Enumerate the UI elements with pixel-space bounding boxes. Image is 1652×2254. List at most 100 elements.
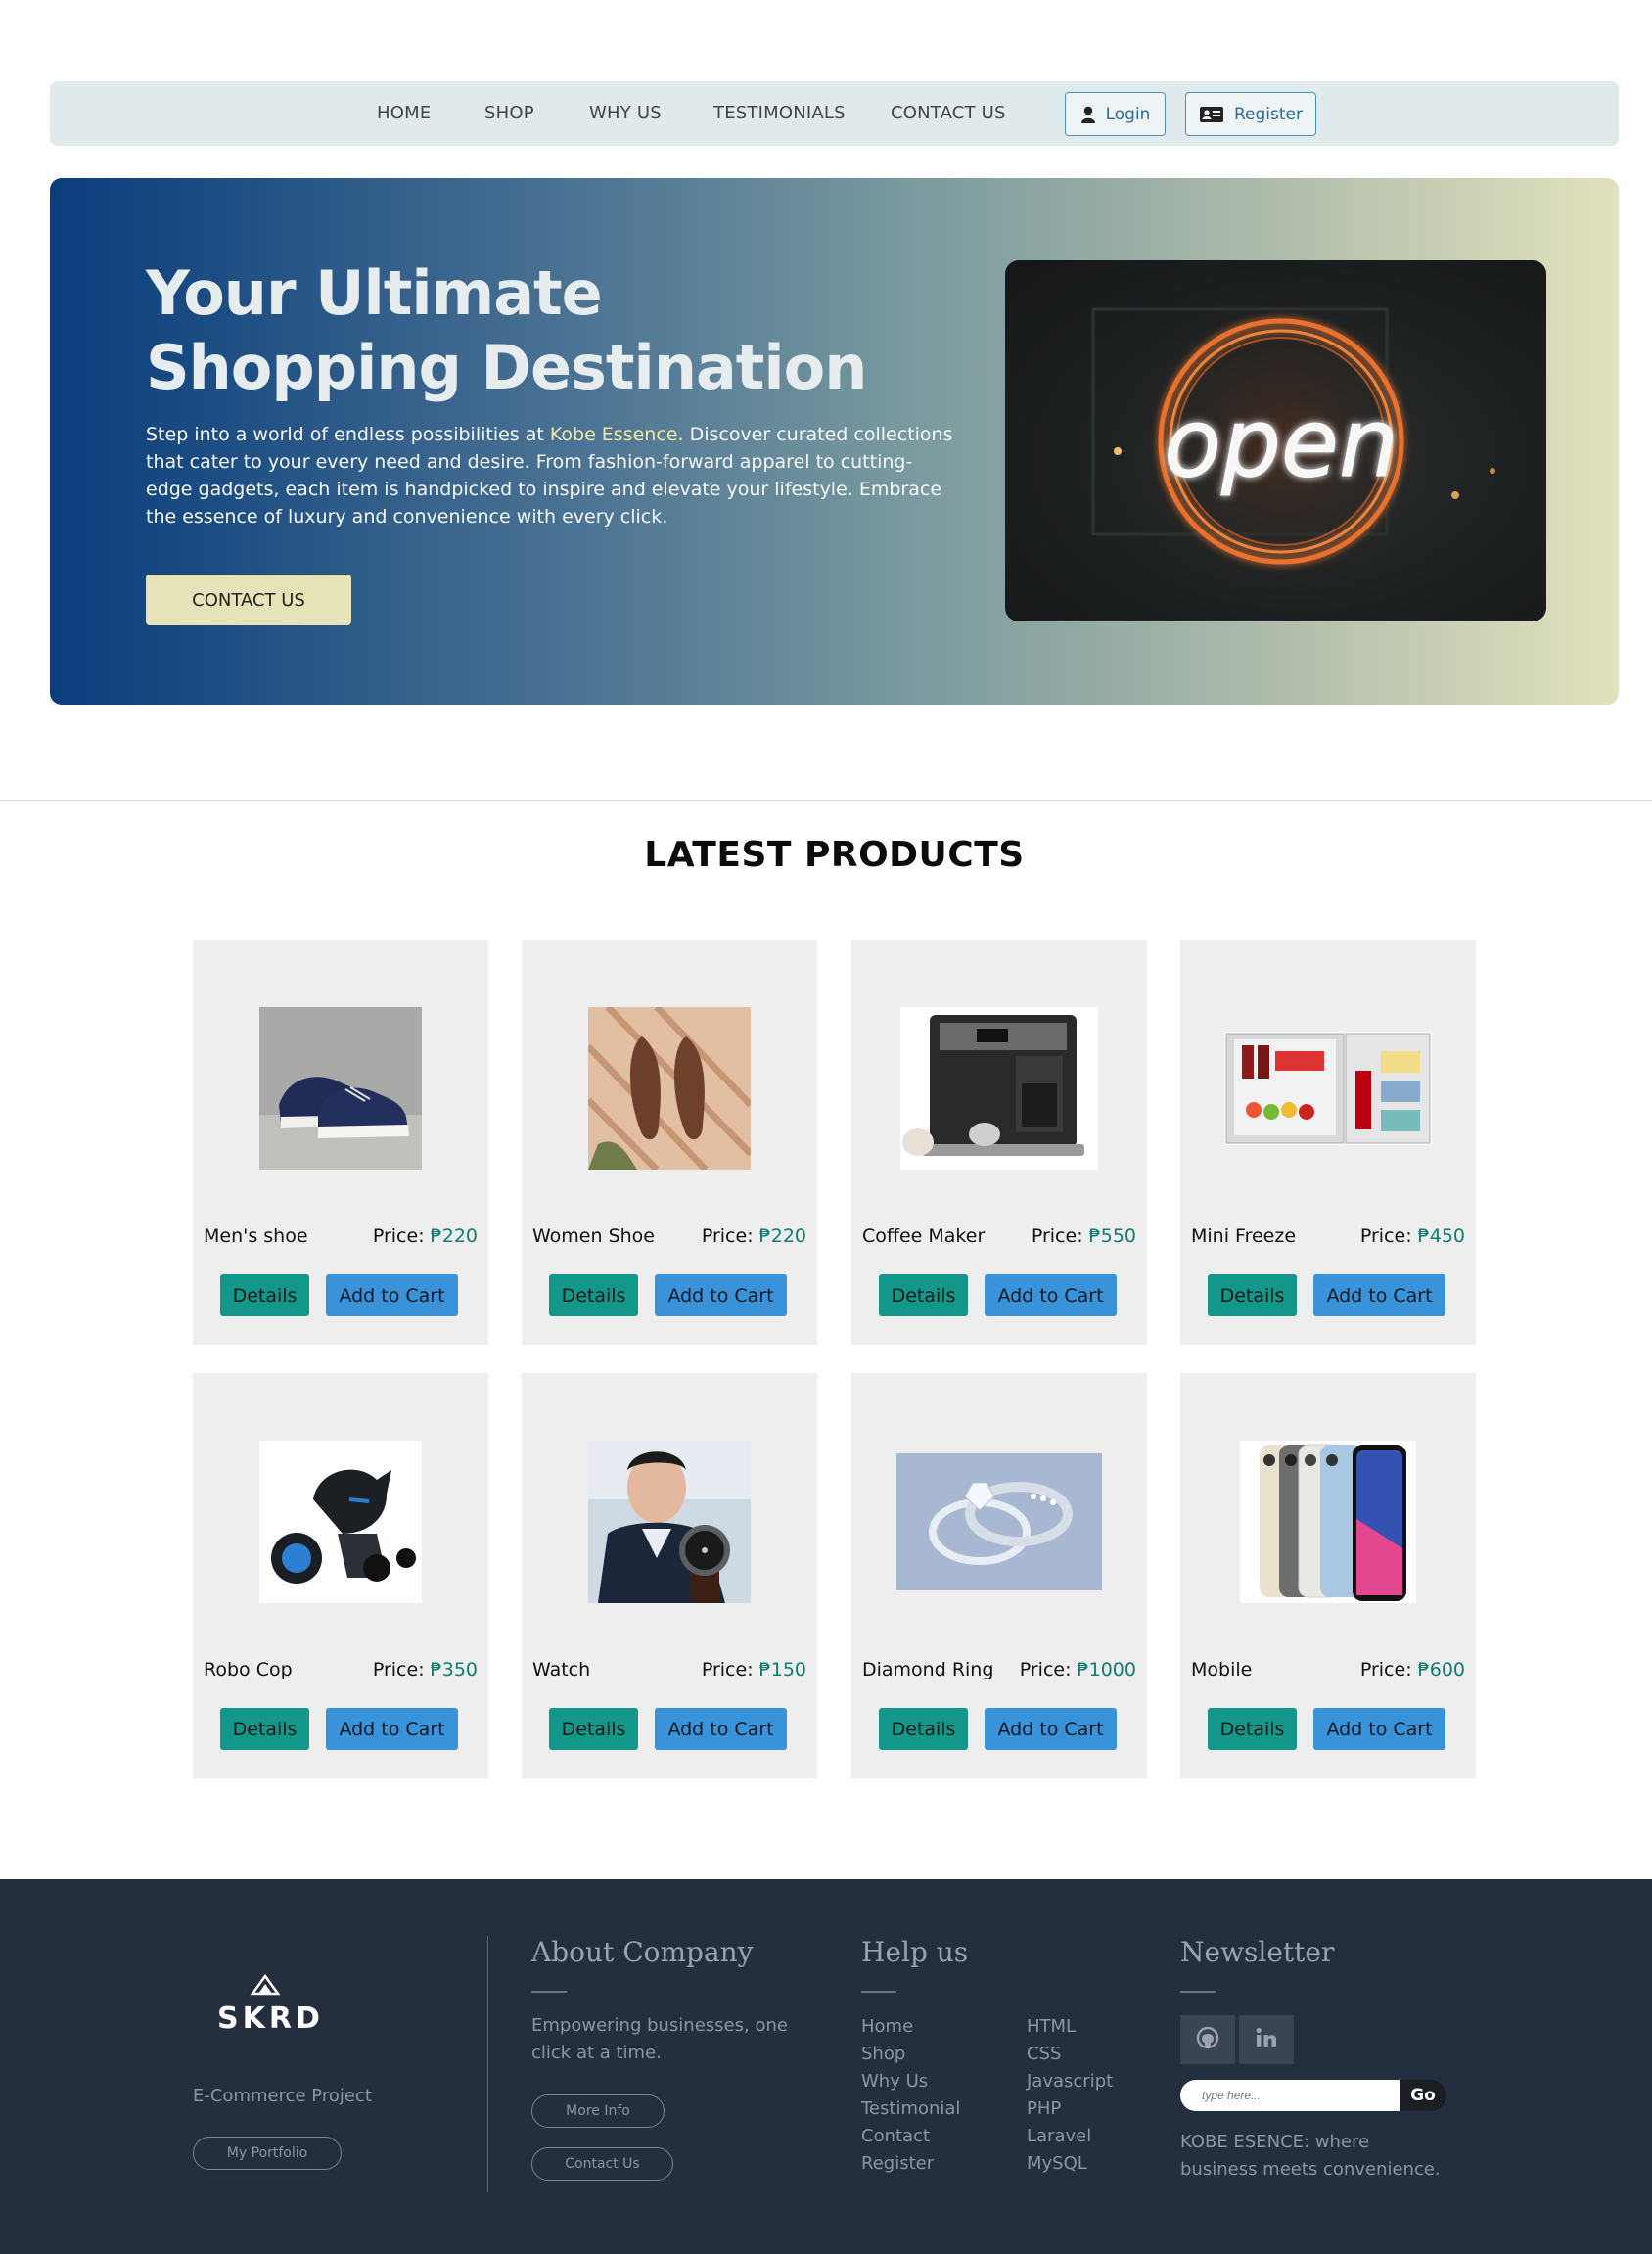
footer-link-html[interactable]: HTML xyxy=(1027,2016,1076,2037)
footer-link-contact[interactable]: Contact xyxy=(861,2126,930,2146)
footer-divider xyxy=(487,1936,488,2192)
contact-us-button[interactable]: Contact Us xyxy=(531,2147,673,2181)
user-icon xyxy=(1080,106,1096,123)
login-button[interactable]: Login xyxy=(1065,92,1166,136)
product-card: Watch Price: ₱150 Details Add to Cart xyxy=(522,1373,817,1778)
linkedin-icon xyxy=(1256,2027,1277,2052)
logo: SKRD xyxy=(213,1972,321,2041)
product-card: Robo Cop Price: ₱350 Details Add to Cart xyxy=(193,1373,488,1778)
price-prefix: Price: xyxy=(1359,1225,1418,1247)
project-label: E-Commerce Project xyxy=(193,2086,372,2106)
product-name: Watch xyxy=(532,1659,591,1680)
latest-products-title: LATEST PRODUCTS xyxy=(644,835,1025,875)
footer-link-home[interactable]: Home xyxy=(861,2016,913,2037)
details-button[interactable]: Details xyxy=(220,1274,309,1316)
newsletter-tagline: KOBE ESENCE: where business meets conven… xyxy=(1180,2132,1441,2180)
register-button[interactable]: Register xyxy=(1185,92,1316,136)
footer-link-shop[interactable]: Shop xyxy=(861,2044,905,2064)
nav-shop[interactable]: SHOP xyxy=(484,103,534,123)
details-button[interactable]: Details xyxy=(549,1708,638,1750)
shoe-image xyxy=(259,1007,422,1170)
nav-why-us[interactable]: WHY US xyxy=(589,103,662,123)
product-card: Mini Freeze Price: ₱450 Details Add to C… xyxy=(1180,940,1476,1345)
phone-image xyxy=(1240,1441,1416,1603)
product-card: Men's shoe Price: ₱220 Details Add to Ca… xyxy=(193,940,488,1345)
login-label: Login xyxy=(1105,104,1151,124)
add-to-cart-button[interactable]: Add to Cart xyxy=(326,1708,458,1750)
linkedin-button[interactable] xyxy=(1239,2015,1294,2064)
register-label: Register xyxy=(1234,104,1303,124)
product-name: Men's shoe xyxy=(204,1225,308,1247)
price-prefix: Price: xyxy=(1019,1659,1078,1680)
add-to-cart-button[interactable]: Add to Cart xyxy=(655,1274,787,1316)
product-price: Price: ₱1000 xyxy=(1020,1659,1136,1680)
product-price: Price: ₱220 xyxy=(702,1225,806,1247)
newsletter-input[interactable] xyxy=(1180,2080,1400,2111)
price-prefix: Price: xyxy=(701,1659,759,1680)
hero-title: Your Ultimate Shopping Destination xyxy=(146,256,929,405)
details-button[interactable]: Details xyxy=(1208,1274,1297,1316)
price-amount: ₱220 xyxy=(430,1225,478,1247)
product-name: Women Shoe xyxy=(532,1225,655,1247)
price-amount: ₱1000 xyxy=(1077,1659,1136,1680)
footer-link-testimonial[interactable]: Testimonial xyxy=(861,2098,960,2119)
add-to-cart-button[interactable]: Add to Cart xyxy=(326,1274,458,1316)
product-card: Women Shoe Price: ₱220 Details Add to Ca… xyxy=(522,940,817,1345)
details-button[interactable]: Details xyxy=(549,1274,638,1316)
newsletter-heading: Newsletter xyxy=(1180,1936,1335,1968)
product-name: Mini Freeze xyxy=(1191,1225,1297,1247)
add-to-cart-button[interactable]: Add to Cart xyxy=(985,1708,1117,1750)
details-button[interactable]: Details xyxy=(1208,1708,1297,1750)
product-price: Price: ₱150 xyxy=(702,1659,806,1680)
help-heading: Help us xyxy=(861,1936,969,1968)
add-to-cart-button[interactable]: Add to Cart xyxy=(985,1274,1117,1316)
product-name: Robo Cop xyxy=(204,1659,293,1680)
product-card: Coffee Maker Price: ₱550 Details Add to … xyxy=(851,940,1147,1345)
nav-testimonials[interactable]: TESTIMONIALS xyxy=(713,103,846,123)
nav-home[interactable]: HOME xyxy=(377,103,431,123)
coffee-maker-image xyxy=(900,1007,1098,1170)
price-prefix: Price: xyxy=(372,1659,431,1680)
footer-link-register[interactable]: Register xyxy=(861,2153,934,2174)
price-prefix: Price: xyxy=(1359,1659,1418,1680)
add-to-cart-button[interactable]: Add to Cart xyxy=(655,1708,787,1750)
robot-toy-image xyxy=(259,1441,422,1603)
navbar: HOME SHOP WHY US TESTIMONIALS CONTACT US… xyxy=(50,81,1619,146)
footer-link-laravel[interactable]: Laravel xyxy=(1027,2126,1091,2146)
product-name: Coffee Maker xyxy=(862,1225,986,1247)
section-divider xyxy=(0,800,1652,801)
about-rule xyxy=(531,1991,567,1993)
portfolio-button[interactable]: My Portfolio xyxy=(193,2137,342,2170)
details-button[interactable]: Details xyxy=(220,1708,309,1750)
details-button[interactable]: Details xyxy=(879,1274,968,1316)
footer-link-mysql[interactable]: MySQL xyxy=(1027,2153,1087,2174)
footer-link-php[interactable]: PHP xyxy=(1027,2098,1061,2119)
mini-fridge-image xyxy=(1224,1032,1432,1145)
price-prefix: Price: xyxy=(1031,1225,1089,1247)
hero-contact-button[interactable]: CONTACT US xyxy=(146,575,351,625)
product-name: Mobile xyxy=(1191,1659,1253,1680)
hero-description: Step into a world of endless possibiliti… xyxy=(146,421,958,530)
add-to-cart-button[interactable]: Add to Cart xyxy=(1313,1708,1446,1750)
hero-title-line2: Shopping Destination xyxy=(146,332,867,403)
more-info-button[interactable]: More Info xyxy=(531,2094,665,2128)
flats-image xyxy=(585,1004,754,1173)
product-card: Mobile Price: ₱600 Details Add to Cart xyxy=(1180,1373,1476,1778)
product-card: Diamond Ring Price: ₱1000 Details Add to… xyxy=(851,1373,1147,1778)
footer-link-javascript[interactable]: Javascript xyxy=(1027,2071,1113,2092)
product-price: Price: ₱220 xyxy=(373,1225,478,1247)
id-card-icon xyxy=(1199,105,1224,124)
hero-title-line1: Your Ultimate xyxy=(146,257,603,329)
newsletter-go-button[interactable]: Go xyxy=(1400,2080,1446,2111)
price-amount: ₱150 xyxy=(758,1659,806,1680)
product-price: Price: ₱600 xyxy=(1360,1659,1465,1680)
nav-contact-us[interactable]: CONTACT US xyxy=(891,103,1006,123)
details-button[interactable]: Details xyxy=(879,1708,968,1750)
footer-link-css[interactable]: CSS xyxy=(1027,2044,1061,2064)
github-button[interactable] xyxy=(1180,2015,1235,2064)
hero-text-before: Step into a world of endless possibiliti… xyxy=(146,424,550,445)
github-icon xyxy=(1196,2026,1219,2053)
footer-link-why-us[interactable]: Why Us xyxy=(861,2071,928,2092)
add-to-cart-button[interactable]: Add to Cart xyxy=(1313,1274,1446,1316)
ring-image xyxy=(896,1453,1102,1590)
